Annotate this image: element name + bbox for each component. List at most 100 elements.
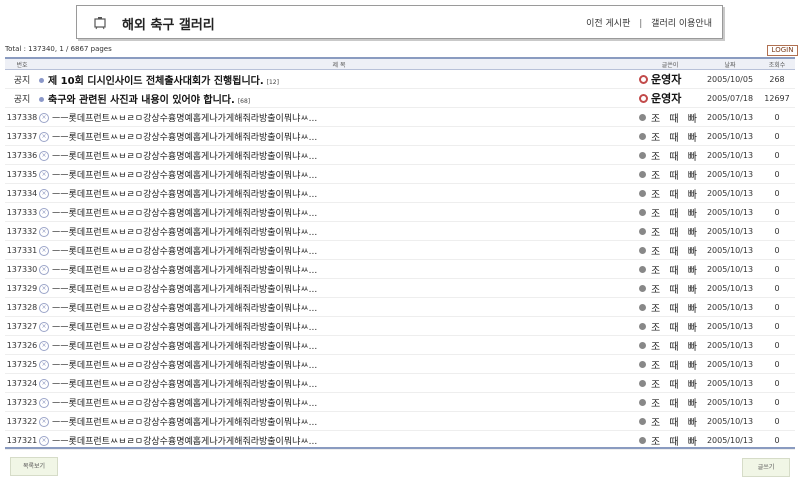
- post-title[interactable]: ㅡㅡ롯데프런트ㅆㅂㄹㅁ강상수흉명예홉게나가게해줘라방출이뭐냐ㅆ...: [52, 304, 317, 314]
- post-title-cell[interactable]: × ㅡㅡ롯데프런트ㅆㅂㄹㅁ강상수흉명예홉게나가게해줘라방출이뭐냐ㅆ...: [39, 316, 639, 336]
- table-row[interactable]: 137323 × ㅡㅡ롯데프런트ㅆㅂㄹㅁ강상수흉명예홉게나가게해줘라방출이뭐냐ㅆ..…: [5, 392, 795, 412]
- write-button[interactable]: 글쓰기: [742, 458, 790, 477]
- post-title-cell[interactable]: × ㅡㅡ롯데프런트ㅆㅂㄹㅁ강상수흉명예홉게나가게해줘라방출이뭐냐ㅆ...: [39, 202, 639, 222]
- author-name[interactable]: 운영자: [651, 73, 681, 86]
- author-name[interactable]: 조 때 빠: [651, 323, 700, 334]
- post-title[interactable]: ㅡㅡ롯데프런트ㅆㅂㄹㅁ강상수흉명예홉게나가게해줘라방출이뭐냐ㅆ...: [52, 361, 317, 371]
- author-name[interactable]: 조 때 빠: [651, 190, 700, 201]
- author-name[interactable]: 운영자: [651, 92, 681, 105]
- notice-row[interactable]: 공지 제 10회 디시인사이드 전체출사대회가 진행됩니다. [12] 운영자 2005…: [5, 69, 795, 89]
- author-name[interactable]: 조 때 빠: [651, 361, 700, 372]
- user-icon: [639, 303, 646, 311]
- user-icon: [639, 189, 646, 197]
- post-title[interactable]: ㅡㅡ롯데프런트ㅆㅂㄹㅁ강상수흉명예홉게나가게해줘라방출이뭐냐ㅆ...: [52, 266, 317, 276]
- prev-board-link[interactable]: 이전 게시판: [586, 19, 630, 29]
- author-cell: 조 때 빠: [639, 373, 701, 393]
- login-button[interactable]: LOGIN: [767, 45, 798, 56]
- post-number: 137335: [5, 164, 39, 184]
- post-title-cell[interactable]: × ㅡㅡ롯데프런트ㅆㅂㄹㅁ강상수흉명예홉게나가게해줘라방출이뭐냐ㅆ...: [39, 297, 639, 317]
- author-name[interactable]: 조 때 빠: [651, 171, 700, 182]
- post-title[interactable]: ㅡㅡ롯데프런트ㅆㅂㄹㅁ강상수흉명예홉게나가게해줘라방출이뭐냐ㅆ...: [52, 323, 317, 333]
- column-header-date: 날짜: [701, 57, 759, 70]
- table-row[interactable]: 137331 × ㅡㅡ롯데프런트ㅆㅂㄹㅁ강상수흉명예홉게나가게해줘라방출이뭐냐ㅆ..…: [5, 240, 795, 260]
- table-row[interactable]: 137338 × ㅡㅡ롯데프런트ㅆㅂㄹㅁ강상수흉명예홉게나가게해줘라방출이뭐냐ㅆ..…: [5, 107, 795, 127]
- post-title-cell[interactable]: × ㅡㅡ롯데프런트ㅆㅂㄹㅁ강상수흉명예홉게나가게해줘라방출이뭐냐ㅆ...: [39, 354, 639, 374]
- post-date: 2005/10/13: [701, 126, 759, 146]
- post-title-cell[interactable]: × ㅡㅡ롯데프런트ㅆㅂㄹㅁ강상수흉명예홉게나가게해줘라방출이뭐냐ㅆ...: [39, 183, 639, 203]
- post-title[interactable]: ㅡㅡ롯데프런트ㅆㅂㄹㅁ강상수흉명예홉게나가게해줘라방출이뭐냐ㅆ...: [52, 171, 317, 181]
- post-title-cell[interactable]: × ㅡㅡ롯데프런트ㅆㅂㄹㅁ강상수흉명예홉게나가게해줘라방출이뭐냐ㅆ...: [39, 278, 639, 298]
- post-date: 2005/10/13: [701, 392, 759, 412]
- post-title-cell[interactable]: × ㅡㅡ롯데프런트ㅆㅂㄹㅁ강상수흉명예홉게나가게해줘라방출이뭐냐ㅆ...: [39, 145, 639, 165]
- table-header-row: 번호 제 목 글쓴이 날짜 조회수: [5, 57, 795, 70]
- author-name[interactable]: 조 때 빠: [651, 209, 700, 220]
- notice-title-cell[interactable]: 축구와 관련된 사진과 내용이 있어야 합니다. [68]: [39, 88, 639, 108]
- post-title[interactable]: ㅡㅡ롯데프런트ㅆㅂㄹㅁ강상수흉명예홉게나가게해줘라방출이뭐냐ㅆ...: [52, 285, 317, 295]
- author-name[interactable]: 조 때 빠: [651, 437, 700, 448]
- notice-title[interactable]: 축구와 관련된 사진과 내용이 있어야 합니다.: [48, 95, 235, 106]
- table-row[interactable]: 137334 × ㅡㅡ롯데프런트ㅆㅂㄹㅁ강상수흉명예홉게나가게해줘라방출이뭐냐ㅆ..…: [5, 183, 795, 203]
- post-title[interactable]: ㅡㅡ롯데프런트ㅆㅂㄹㅁ강상수흉명예홉게나가게해줘라방출이뭐냐ㅆ...: [52, 399, 317, 409]
- table-row[interactable]: 137327 × ㅡㅡ롯데프런트ㅆㅂㄹㅁ강상수흉명예홉게나가게해줘라방출이뭐냐ㅆ..…: [5, 316, 795, 336]
- table-row[interactable]: 137326 × ㅡㅡ롯데프런트ㅆㅂㄹㅁ강상수흉명예홉게나가게해줘라방출이뭐냐ㅆ..…: [5, 335, 795, 355]
- author-name[interactable]: 조 때 빠: [651, 285, 700, 296]
- author-name[interactable]: 조 때 빠: [651, 304, 700, 315]
- post-title[interactable]: ㅡㅡ롯데프런트ㅆㅂㄹㅁ강상수흉명예홉게나가게해줘라방출이뭐냐ㅆ...: [52, 152, 317, 162]
- author-name[interactable]: 조 때 빠: [651, 342, 700, 353]
- post-title[interactable]: ㅡㅡ롯데프런트ㅆㅂㄹㅁ강상수흉명예홉게나가게해줘라방출이뭐냐ㅆ...: [52, 114, 317, 124]
- post-title-cell[interactable]: × ㅡㅡ롯데프런트ㅆㅂㄹㅁ강상수흉명예홉게나가게해줘라방출이뭐냐ㅆ...: [39, 240, 639, 260]
- notice-title-cell[interactable]: 제 10회 디시인사이드 전체출사대회가 진행됩니다. [12]: [39, 69, 639, 89]
- view-count: 0: [759, 107, 795, 127]
- author-name[interactable]: 조 때 빠: [651, 418, 700, 429]
- table-row[interactable]: 137325 × ㅡㅡ롯데프런트ㅆㅂㄹㅁ강상수흉명예홉게나가게해줘라방출이뭐냐ㅆ..…: [5, 354, 795, 374]
- post-title-cell[interactable]: × ㅡㅡ롯데프런트ㅆㅂㄹㅁ강상수흉명예홉게나가게해줘라방출이뭐냐ㅆ...: [39, 126, 639, 146]
- post-title-cell[interactable]: × ㅡㅡ롯데프런트ㅆㅂㄹㅁ강상수흉명예홉게나가게해줘라방출이뭐냐ㅆ...: [39, 164, 639, 184]
- author-name[interactable]: 조 때 빠: [651, 247, 700, 258]
- author-name[interactable]: 조 때 빠: [651, 152, 700, 163]
- table-row[interactable]: 137328 × ㅡㅡ롯데프런트ㅆㅂㄹㅁ강상수흉명예홉게나가게해줘라방출이뭐냐ㅆ..…: [5, 297, 795, 317]
- post-title[interactable]: ㅡㅡ롯데프런트ㅆㅂㄹㅁ강상수흉명예홉게나가게해줘라방출이뭐냐ㅆ...: [52, 247, 317, 257]
- post-title-cell[interactable]: × ㅡㅡ롯데프런트ㅆㅂㄹㅁ강상수흉명예홉게나가게해줘라방출이뭐냐ㅆ...: [39, 259, 639, 279]
- view-count: 0: [759, 259, 795, 279]
- reply-icon: ×: [39, 284, 49, 294]
- post-title[interactable]: ㅡㅡ롯데프런트ㅆㅂㄹㅁ강상수흉명예홉게나가게해줘라방출이뭐냐ㅆ...: [52, 380, 317, 390]
- table-row[interactable]: 137337 × ㅡㅡ롯데프런트ㅆㅂㄹㅁ강상수흉명예홉게나가게해줘라방출이뭐냐ㅆ..…: [5, 126, 795, 146]
- post-title-cell[interactable]: × ㅡㅡ롯데프런트ㅆㅂㄹㅁ강상수흉명예홉게나가게해줘라방출이뭐냐ㅆ...: [39, 373, 639, 393]
- list-button[interactable]: 목록보기: [10, 457, 58, 476]
- post-title-cell[interactable]: × ㅡㅡ롯데프런트ㅆㅂㄹㅁ강상수흉명예홉게나가게해줘라방출이뭐냐ㅆ...: [39, 411, 639, 431]
- notice-row[interactable]: 공지 축구와 관련된 사진과 내용이 있어야 합니다. [68] 운영자 2005/07…: [5, 88, 795, 108]
- post-title[interactable]: ㅡㅡ롯데프런트ㅆㅂㄹㅁ강상수흉명예홉게나가게해줘라방출이뭐냐ㅆ...: [52, 209, 317, 219]
- post-title[interactable]: ㅡㅡ롯데프런트ㅆㅂㄹㅁ강상수흉명예홉게나가게해줘라방출이뭐냐ㅆ...: [52, 133, 317, 143]
- post-title-cell[interactable]: × ㅡㅡ롯데프런트ㅆㅂㄹㅁ강상수흉명예홉게나가게해줘라방출이뭐냐ㅆ...: [39, 335, 639, 355]
- post-title[interactable]: ㅡㅡ롯데프런트ㅆㅂㄹㅁ강상수흉명예홉게나가게해줘라방출이뭐냐ㅆ...: [52, 228, 317, 238]
- user-icon: [639, 360, 646, 368]
- table-row[interactable]: 137333 × ㅡㅡ롯데프런트ㅆㅂㄹㅁ강상수흉명예홉게나가게해줘라방출이뭐냐ㅆ..…: [5, 202, 795, 222]
- table-row[interactable]: 137322 × ㅡㅡ롯데프런트ㅆㅂㄹㅁ강상수흉명예홉게나가게해줘라방출이뭐냐ㅆ..…: [5, 411, 795, 431]
- notice-title[interactable]: 제 10회 디시인사이드 전체출사대회가 진행됩니다.: [48, 76, 264, 87]
- author-name[interactable]: 조 때 빠: [651, 114, 700, 125]
- author-name[interactable]: 조 때 빠: [651, 228, 700, 239]
- post-title[interactable]: ㅡㅡ롯데프런트ㅆㅂㄹㅁ강상수흉명예홉게나가게해줘라방출이뭐냐ㅆ...: [52, 342, 317, 352]
- table-row[interactable]: 137332 × ㅡㅡ롯데프런트ㅆㅂㄹㅁ강상수흉명예홉게나가게해줘라방출이뭐냐ㅆ..…: [5, 221, 795, 241]
- post-title-cell[interactable]: × ㅡㅡ롯데프런트ㅆㅂㄹㅁ강상수흉명예홉게나가게해줘라방출이뭐냐ㅆ...: [39, 392, 639, 412]
- gallery-guide-link[interactable]: 갤러리 이용안내: [651, 19, 712, 29]
- user-icon: [639, 341, 646, 349]
- table-row[interactable]: 137324 × ㅡㅡ롯데프런트ㅆㅂㄹㅁ강상수흉명예홉게나가게해줘라방출이뭐냐ㅆ..…: [5, 373, 795, 393]
- author-name[interactable]: 조 때 빠: [651, 133, 700, 144]
- post-number: 137324: [5, 373, 39, 393]
- table-row[interactable]: 137329 × ㅡㅡ롯데프런트ㅆㅂㄹㅁ강상수흉명예홉게나가게해줘라방출이뭐냐ㅆ..…: [5, 278, 795, 298]
- post-title-cell[interactable]: × ㅡㅡ롯데프런트ㅆㅂㄹㅁ강상수흉명예홉게나가게해줘라방출이뭐냐ㅆ...: [39, 107, 639, 127]
- post-title[interactable]: ㅡㅡ롯데프런트ㅆㅂㄹㅁ강상수흉명예홉게나가게해줘라방출이뭐냐ㅆ...: [52, 418, 317, 428]
- column-header-views: 조회수: [759, 57, 795, 70]
- post-title-cell[interactable]: × ㅡㅡ롯데프런트ㅆㅂㄹㅁ강상수흉명예홉게나가게해줘라방출이뭐냐ㅆ...: [39, 221, 639, 241]
- author-name[interactable]: 조 때 빠: [651, 266, 700, 277]
- author-name[interactable]: 조 때 빠: [651, 380, 700, 391]
- post-title[interactable]: ㅡㅡ롯데프런트ㅆㅂㄹㅁ강상수흉명예홉게나가게해줘라방출이뭐냐ㅆ...: [52, 190, 317, 200]
- post-title[interactable]: ㅡㅡ롯데프런트ㅆㅂㄹㅁ강상수흉명예홉게나가게해줘라방출이뭐냐ㅆ...: [52, 437, 317, 447]
- author-name[interactable]: 조 때 빠: [651, 399, 700, 410]
- post-date: 2005/10/13: [701, 240, 759, 260]
- table-row[interactable]: 137335 × ㅡㅡ롯데프런트ㅆㅂㄹㅁ강상수흉명예홉게나가게해줘라방출이뭐냐ㅆ..…: [5, 164, 795, 184]
- gallery-camera-icon: [93, 15, 107, 30]
- table-row[interactable]: 137330 × ㅡㅡ롯데프런트ㅆㅂㄹㅁ강상수흉명예홉게나가게해줘라방출이뭐냐ㅆ..…: [5, 259, 795, 279]
- table-row[interactable]: 137336 × ㅡㅡ롯데프런트ㅆㅂㄹㅁ강상수흉명예홉게나가게해줘라방출이뭐냐ㅆ..…: [5, 145, 795, 165]
